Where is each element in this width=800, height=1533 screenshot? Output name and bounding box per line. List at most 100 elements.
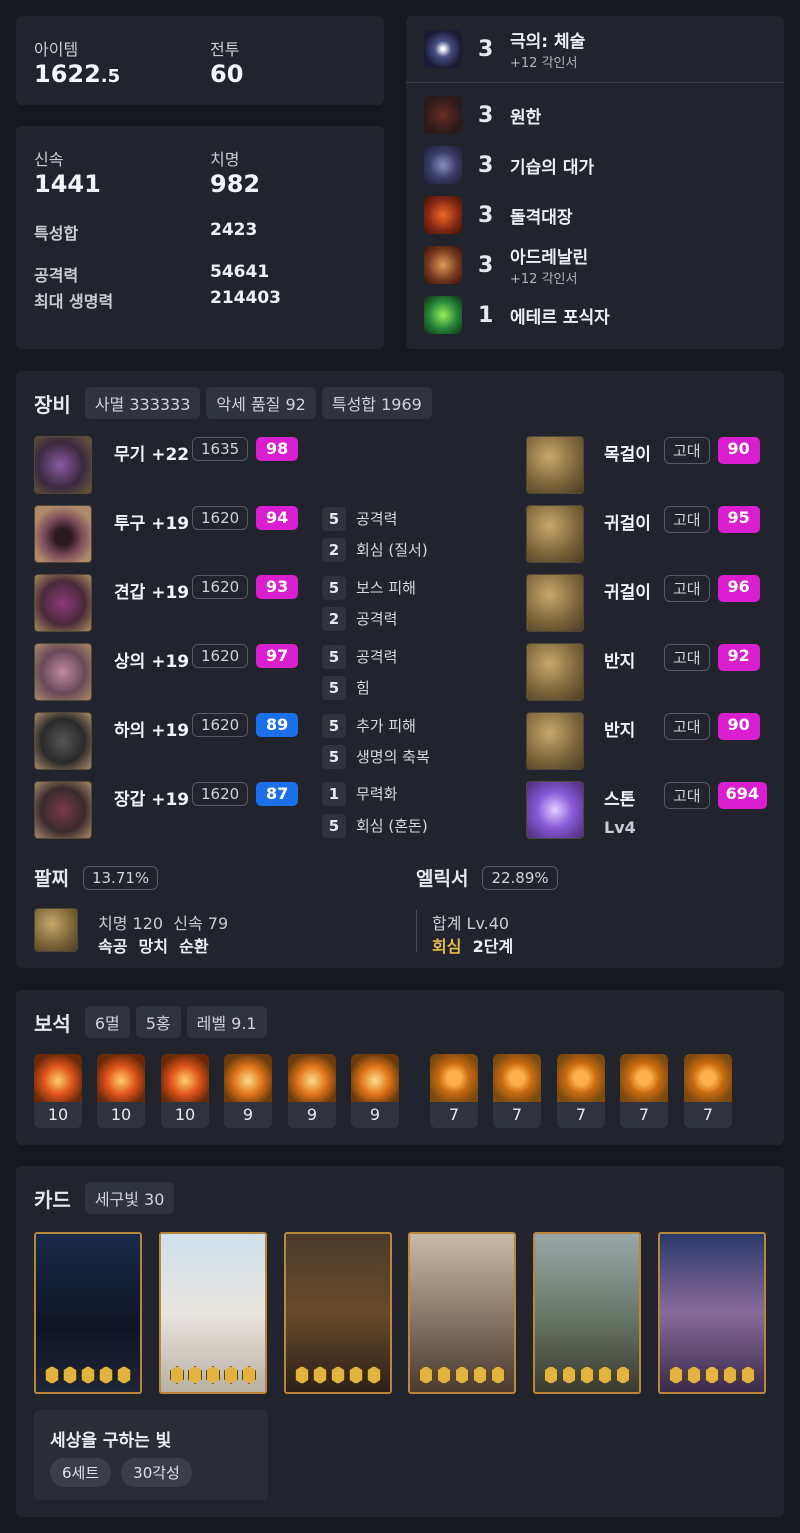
crit-label: 치명 bbox=[210, 150, 240, 169]
gems-title: 보석 bbox=[34, 1011, 71, 1036]
gloves-icon[interactable] bbox=[34, 781, 92, 839]
engraving-name: 원한 bbox=[510, 107, 542, 128]
gem-slot[interactable]: 10 bbox=[34, 1054, 82, 1128]
necklace-icon[interactable] bbox=[526, 436, 584, 494]
quality-badge: 94 bbox=[256, 506, 299, 530]
card[interactable] bbox=[658, 1232, 766, 1394]
gem-level: 10 bbox=[161, 1102, 209, 1128]
gem-slot[interactable]: 10 bbox=[97, 1054, 145, 1128]
awakening-stars bbox=[660, 1366, 764, 1384]
effect-item: 1 무력화 bbox=[322, 782, 397, 806]
armor-badges: 1620 97 bbox=[192, 644, 299, 668]
weapon-icon[interactable] bbox=[34, 436, 92, 494]
engraving-level: 1 bbox=[478, 302, 494, 328]
gem-slot[interactable]: 7 bbox=[430, 1054, 478, 1128]
armor-name: 무기 +22 bbox=[114, 445, 190, 465]
gem-slot[interactable]: 9 bbox=[288, 1054, 336, 1128]
acc-badges: 고대 95 bbox=[664, 506, 760, 533]
gem-slot[interactable]: 7 bbox=[620, 1054, 668, 1128]
item-level-chip: 1620 bbox=[192, 506, 249, 530]
effect-item: 5 공격력 bbox=[322, 645, 397, 669]
earring-icon[interactable] bbox=[526, 505, 584, 563]
engraving-row[interactable]: 3 극의: 체술 +12 각인서 bbox=[406, 24, 784, 74]
gem-level: 10 bbox=[97, 1102, 145, 1128]
card-set-box: 세상을 구하는 빛 6세트 30각성 bbox=[34, 1410, 268, 1500]
gem-level: 7 bbox=[430, 1102, 478, 1128]
earring-icon[interactable] bbox=[526, 574, 584, 632]
gem-level: 7 bbox=[493, 1102, 541, 1128]
gem-icon bbox=[351, 1054, 399, 1102]
ring-icon[interactable] bbox=[526, 643, 584, 701]
card[interactable] bbox=[284, 1232, 392, 1394]
item-level-value: 1622.5 bbox=[34, 60, 121, 88]
engraving-name: 극의: 체술 +12 각인서 bbox=[510, 32, 586, 71]
card-set-chip: 세구빛 30 bbox=[84, 1182, 175, 1214]
gem-slot[interactable]: 7 bbox=[557, 1054, 605, 1128]
grade-chip: 고대 bbox=[664, 506, 710, 533]
cards-title: 카드 bbox=[34, 1187, 71, 1212]
engraving-icon bbox=[424, 96, 462, 134]
pants-icon[interactable] bbox=[34, 712, 92, 770]
card[interactable] bbox=[34, 1232, 142, 1394]
item-level-chip: 1620 bbox=[192, 782, 249, 806]
engraving-row[interactable]: 3 원한 bbox=[406, 90, 784, 140]
card[interactable] bbox=[533, 1232, 641, 1394]
engraving-row[interactable]: 3 돌격대장 bbox=[406, 190, 784, 240]
attack-label: 공격력 bbox=[34, 266, 79, 285]
gem-icon bbox=[493, 1054, 541, 1102]
engraving-level: 3 bbox=[478, 202, 494, 228]
shoulder-icon[interactable] bbox=[34, 574, 92, 632]
engraving-name: 에테르 포식자 bbox=[510, 307, 610, 328]
combat-level-value: 60 bbox=[210, 60, 244, 88]
swift-value: 1441 bbox=[34, 170, 101, 198]
ring-icon[interactable] bbox=[526, 712, 584, 770]
gem-slot[interactable]: 7 bbox=[684, 1054, 732, 1128]
gem-level: 7 bbox=[557, 1102, 605, 1128]
bracelet-title: 팔찌 bbox=[34, 868, 69, 890]
engraving-level: 3 bbox=[478, 36, 494, 62]
gem-chip: 6멸 bbox=[84, 1006, 130, 1038]
engraving-level: 3 bbox=[478, 102, 494, 128]
gem-slot[interactable]: 7 bbox=[493, 1054, 541, 1128]
cards-header: 카드 세구빛 30 bbox=[34, 1182, 175, 1214]
quality-badge: 93 bbox=[256, 575, 299, 599]
elixir-total: 합계 Lv.40 bbox=[432, 914, 510, 933]
gem-icon bbox=[620, 1054, 668, 1102]
card[interactable] bbox=[408, 1232, 516, 1394]
gem-slot[interactable]: 10 bbox=[161, 1054, 209, 1128]
card-set-tag: 30각성 bbox=[121, 1458, 192, 1487]
engraving-row[interactable]: 1 에테르 포식자 bbox=[406, 290, 784, 340]
engraving-name: 기습의 대가 bbox=[510, 157, 595, 178]
gem-icon bbox=[430, 1054, 478, 1102]
quality-badge: 98 bbox=[256, 437, 299, 461]
gem-slot[interactable]: 9 bbox=[351, 1054, 399, 1128]
acc-name: 귀걸이 bbox=[604, 514, 651, 534]
acc-name: 목걸이 bbox=[604, 445, 651, 465]
gem-icon bbox=[224, 1054, 272, 1102]
engraving-row[interactable]: 3 아드레날린 +12 각인서 bbox=[406, 240, 784, 290]
engraving-name: 돌격대장 bbox=[510, 207, 573, 228]
attack-value: 54641 bbox=[210, 262, 270, 282]
effect-item: 5힘 bbox=[322, 676, 370, 700]
engraving-row[interactable]: 3 기습의 대가 bbox=[406, 140, 784, 190]
gem-icon bbox=[684, 1054, 732, 1102]
item-level-chip: 1620 bbox=[192, 575, 249, 599]
helmet-icon[interactable] bbox=[34, 505, 92, 563]
gem-slot[interactable]: 9 bbox=[224, 1054, 272, 1128]
gem-chip: 레벨 9.1 bbox=[186, 1006, 267, 1038]
card-set-name: 세상을 구하는 빛 bbox=[50, 1431, 172, 1451]
swift-label: 신속 bbox=[34, 150, 64, 169]
armor-name: 장갑 +19 bbox=[114, 790, 190, 810]
chest-icon[interactable] bbox=[34, 643, 92, 701]
armor-badges: 1620 87 bbox=[192, 782, 299, 806]
gem-level: 10 bbox=[34, 1102, 82, 1128]
stone-icon[interactable] bbox=[526, 781, 584, 839]
engraving-icon bbox=[424, 30, 462, 68]
gem-icon bbox=[97, 1054, 145, 1102]
equipment-chip: 특성합 1969 bbox=[321, 387, 432, 419]
bracelet-icon[interactable] bbox=[34, 908, 78, 952]
awakening-stars bbox=[535, 1366, 639, 1384]
grade-chip: 고대 bbox=[664, 782, 710, 809]
armor-badges: 1635 98 bbox=[192, 437, 299, 461]
card[interactable] bbox=[159, 1232, 267, 1394]
